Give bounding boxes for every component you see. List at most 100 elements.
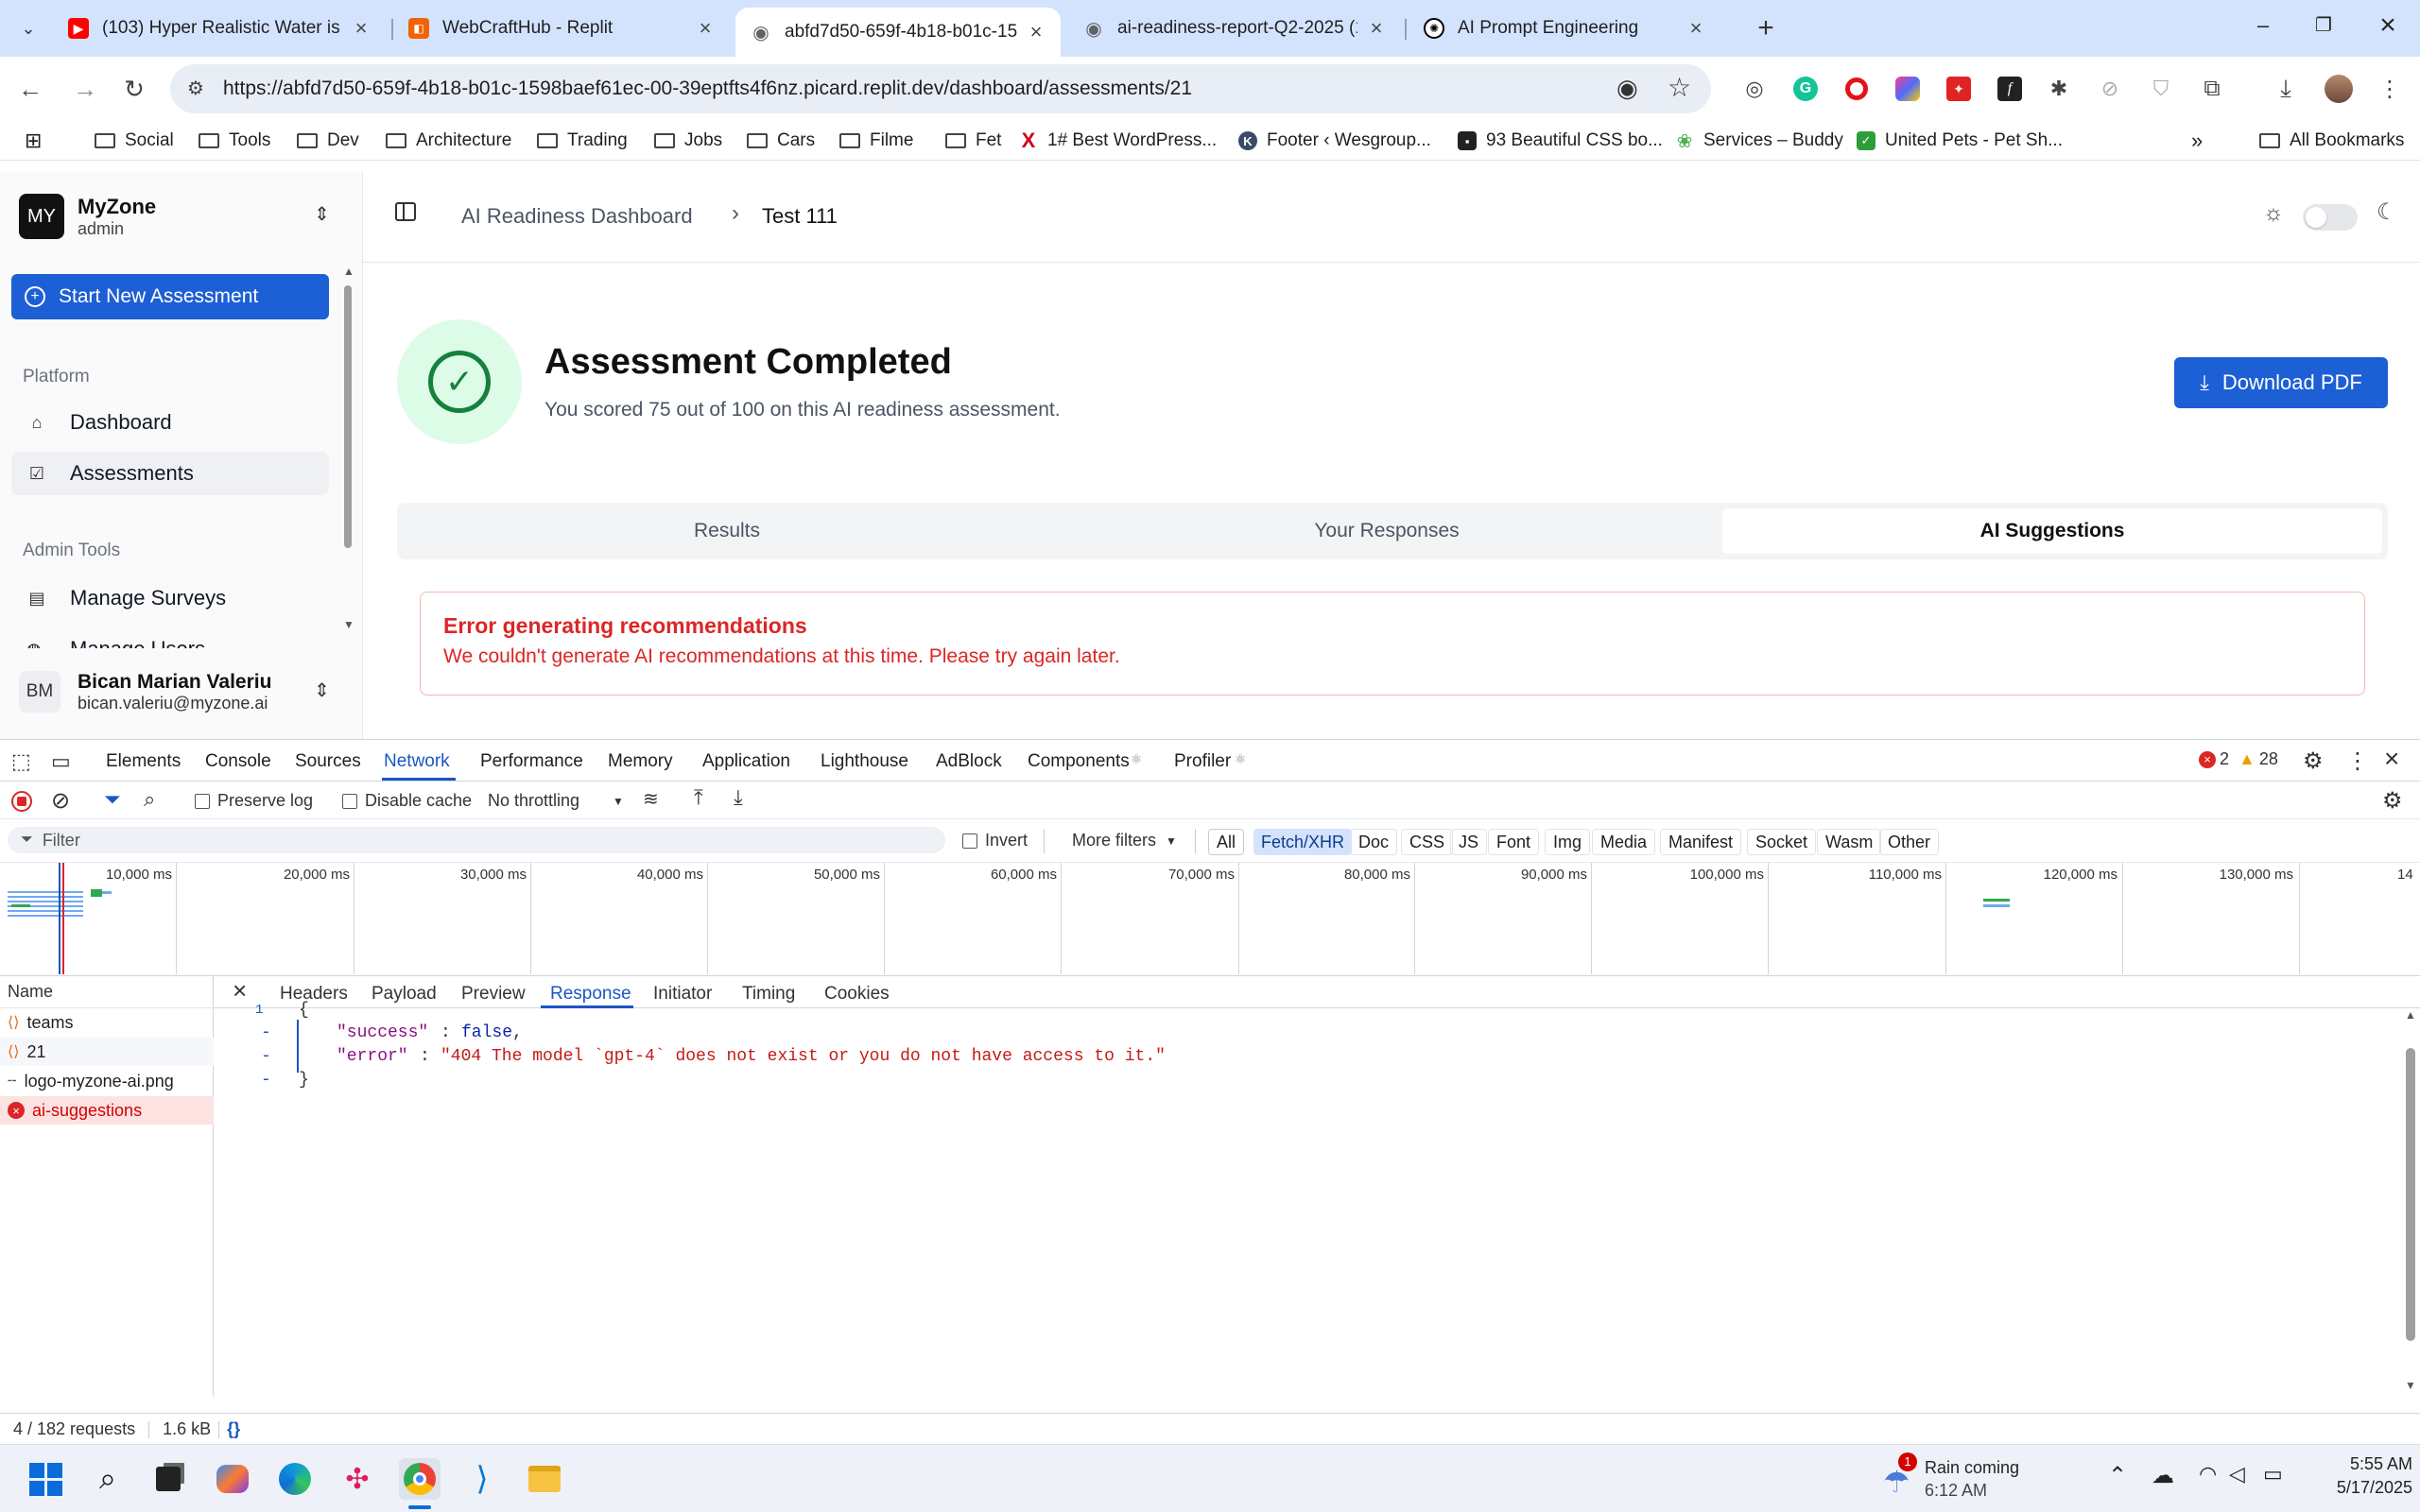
download-icon[interactable]: ⤓ — [2269, 72, 2303, 106]
request-row[interactable]: ⟨⟩ 21 — [0, 1038, 214, 1066]
scroll-up-arrow-icon[interactable]: ▲ — [343, 265, 354, 278]
type-filter-fetch-xhr[interactable]: Fetch/XHR — [1253, 829, 1353, 855]
filter-input[interactable]: ⏷ Filter — [8, 827, 945, 853]
sidebar-toggle-icon[interactable] — [395, 202, 416, 221]
org-switcher[interactable]: MY MyZone admin ⇕ — [19, 193, 344, 240]
scroll-down-arrow-icon[interactable]: ▼ — [343, 618, 354, 631]
request-row-selected-error[interactable]: × ai-suggestions — [0, 1096, 214, 1125]
fontface-icon[interactable]: f — [1993, 72, 2027, 106]
devtools-tab-performance[interactable]: Performance — [480, 751, 583, 772]
disable-cache-checkbox[interactable]: Disable cache — [342, 791, 472, 811]
close-detail-icon[interactable]: × — [233, 976, 247, 1005]
bookmark-folder[interactable]: Social — [95, 127, 174, 155]
restore-button[interactable]: ❐ — [2305, 13, 2342, 43]
windows-start-icon[interactable] — [25, 1458, 66, 1500]
volume-icon[interactable]: ◁ — [2229, 1462, 2245, 1486]
minimize-button[interactable]: – — [2244, 13, 2282, 43]
detail-tab-cookies[interactable]: Cookies — [824, 984, 890, 1005]
browser-tab-report[interactable]: ◉ ai-readiness-report-Q2-2025 (1 × — [1068, 8, 1401, 49]
throttling-select[interactable]: No throttling ▼ — [488, 791, 628, 811]
ai-extension-icon[interactable]: ✦ — [1942, 72, 1976, 106]
invert-checkbox[interactable]: Invert — [962, 831, 1028, 850]
type-filter-socket[interactable]: Socket — [1747, 829, 1817, 855]
avatar[interactable] — [2322, 72, 2356, 106]
type-filter-doc[interactable]: Doc — [1350, 829, 1398, 855]
browser-tab-youtube[interactable]: ▶ (103) Hyper Realistic Water is th × — [53, 8, 386, 49]
detail-tab-initiator[interactable]: Initiator — [653, 984, 712, 1005]
sidebar-item-manage-surveys[interactable]: ▤ Manage Surveys — [11, 576, 329, 620]
import-har-icon[interactable]: ⤒ — [694, 785, 703, 810]
inspect-element-icon[interactable]: ⬚ — [11, 749, 31, 774]
detail-tab-payload[interactable]: Payload — [372, 984, 437, 1005]
network-conditions-icon[interactable]: ≋ — [643, 787, 659, 811]
request-row[interactable]: ╌ logo-myzone-ai.png — [0, 1067, 214, 1095]
bookmark-folder[interactable]: Jobs — [654, 127, 722, 155]
site-info-icon[interactable]: ⚙ — [187, 77, 204, 100]
checkbox[interactable] — [195, 793, 210, 809]
sidebar-scrollbar[interactable]: ▲ ▼ — [342, 265, 354, 633]
chrome-icon[interactable] — [399, 1458, 441, 1500]
close-icon[interactable]: × — [352, 16, 371, 41]
wifi-icon[interactable]: ◠ — [2199, 1462, 2217, 1486]
devtools-tab-elements[interactable]: Elements — [106, 751, 181, 772]
close-icon[interactable]: × — [1367, 16, 1386, 41]
start-new-assessment-button[interactable]: + Start New Assessment — [11, 274, 329, 319]
scroll-up-arrow-icon[interactable]: ▲ — [2405, 1008, 2416, 1022]
color-picker-icon[interactable] — [1891, 72, 1925, 106]
devtools-tab-lighthouse[interactable]: Lighthouse — [821, 751, 908, 772]
search-icon[interactable]: ⌕ — [87, 1458, 129, 1500]
theme-toggle[interactable] — [2303, 204, 2358, 231]
type-filter-js[interactable]: JS — [1450, 829, 1488, 855]
detail-tab-response[interactable]: Response — [550, 984, 631, 1005]
checkbox[interactable] — [962, 833, 977, 849]
devtools-tab-application[interactable]: Application — [702, 751, 790, 772]
settings-gear-icon[interactable]: ⚙ — [2303, 747, 2324, 775]
breadcrumb-parent[interactable]: AI Readiness Dashboard — [461, 204, 693, 229]
pretty-print-braces-icon[interactable]: {} — [227, 1419, 240, 1439]
bookmark-link[interactable]: X 1# Best WordPress... — [1019, 127, 1218, 155]
detail-tab-headers[interactable]: Headers — [280, 984, 348, 1005]
download-pdf-button[interactable]: ⤓ Download PDF — [2174, 357, 2388, 408]
bookmark-folder[interactable]: Fet — [945, 127, 1001, 155]
detail-tab-preview[interactable]: Preview — [461, 984, 526, 1005]
battery-icon[interactable]: ▭ — [2263, 1462, 2283, 1486]
user-menu[interactable]: BM Bican Marian Valeriu bican.valeriu@my… — [19, 663, 344, 720]
new-tab-button[interactable]: + — [1749, 11, 1783, 45]
file-explorer-icon[interactable] — [524, 1458, 565, 1500]
more-bookmarks-chevron-icon[interactable]: » — [2191, 127, 2203, 155]
name-column-header[interactable]: Name — [0, 976, 214, 1008]
response-scrollbar[interactable]: ▲ ▼ — [2401, 1008, 2420, 1397]
devtools-tab-adblock[interactable]: AdBlock — [936, 751, 1002, 772]
bookmark-link[interactable]: ✓ United Pets - Pet Sh... — [1857, 127, 2063, 155]
devtools-tab-sources[interactable]: Sources — [295, 751, 361, 772]
network-settings-icon[interactable]: ⚙ — [2382, 787, 2403, 815]
devtools-tab-network[interactable]: Network — [384, 751, 450, 772]
sidebar-item-manage-users[interactable]: ◍ Manage Users — [11, 627, 329, 648]
request-row[interactable]: ⟨⟩ teams — [0, 1008, 214, 1037]
response-body[interactable]: 1 { - "success" : false , - "error" : "4… — [214, 1001, 2397, 1397]
record-stop-icon[interactable] — [11, 791, 32, 812]
copilot-icon[interactable] — [212, 1458, 253, 1500]
export-har-icon[interactable]: ⤓ — [734, 785, 743, 810]
onedrive-icon[interactable]: ☁ — [2152, 1462, 2174, 1489]
type-filter-manifest[interactable]: Manifest — [1660, 829, 1742, 855]
network-overview-timeline[interactable]: 10,000 ms 20,000 ms 30,000 ms 40,000 ms … — [0, 863, 2420, 976]
search-icon[interactable]: ⌕ — [144, 787, 155, 812]
task-view-icon[interactable] — [147, 1458, 189, 1500]
browser-tab-prompt[interactable]: ✺ AI Prompt Engineering × — [1409, 8, 1720, 49]
opera-icon[interactable] — [1840, 72, 1874, 106]
devtools-tab-console[interactable]: Console — [205, 751, 271, 772]
eye-icon[interactable]: ◉ — [1616, 74, 1638, 103]
bookmark-folder[interactable]: Filme — [839, 127, 913, 155]
type-filter-wasm[interactable]: Wasm — [1817, 829, 1882, 855]
type-filter-media[interactable]: Media — [1592, 829, 1656, 855]
scroll-down-arrow-icon[interactable]: ▼ — [2405, 1379, 2416, 1392]
reload-button[interactable]: ↻ — [117, 72, 151, 106]
back-button[interactable]: ← — [13, 72, 47, 106]
weather-widget[interactable]: ☂ 1 Rain coming 6:12 AM — [1877, 1452, 2066, 1505]
type-filter-css[interactable]: CSS — [1401, 829, 1454, 855]
type-filter-all[interactable]: All — [1208, 829, 1245, 855]
apps-grid-icon[interactable]: ⊞ — [25, 127, 42, 155]
bookmark-star-icon[interactable]: ☆ — [1668, 72, 1691, 103]
more-filters-dropdown[interactable]: More filters ▼ — [1072, 831, 1177, 850]
